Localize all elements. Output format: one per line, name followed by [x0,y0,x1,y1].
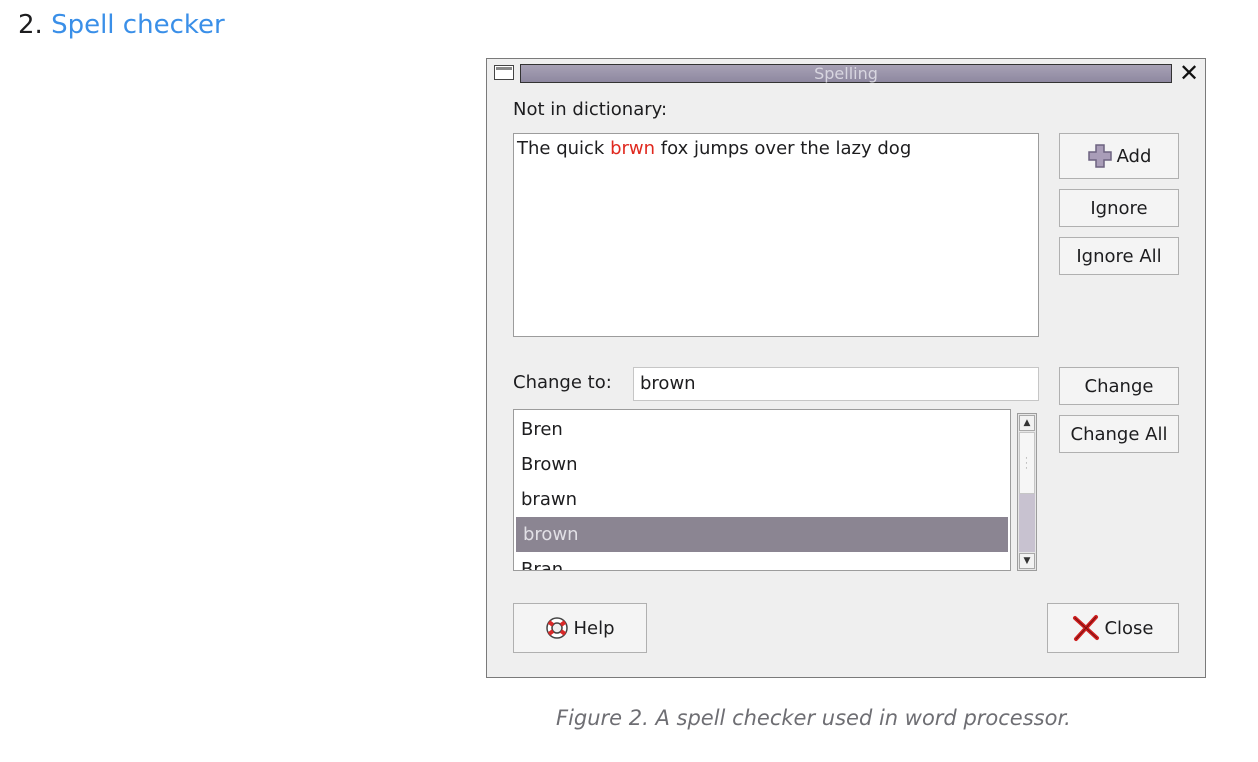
window-close-icon[interactable]: ✕ [1177,60,1201,86]
change-to-label: Change to: [513,372,612,393]
suggestions-scrollbar[interactable]: ▲ · · · ▼ [1017,413,1037,571]
ignore-all-button[interactable]: Ignore All [1059,237,1179,275]
help-button[interactable]: Help [513,603,647,653]
spelling-dialog: Spelling ✕ Not in dictionary: The quick … [486,58,1206,678]
close-button-label: Close [1104,617,1154,639]
change-to-field[interactable]: brown [633,367,1039,401]
ignore-button-label: Ignore [1090,197,1148,219]
plus-icon [1087,144,1112,168]
section-heading: 2. Spell checker [18,8,225,42]
scroll-track[interactable] [1019,494,1035,552]
section-number: 2. [18,10,43,40]
sentence-before: The quick [517,138,611,159]
list-item[interactable]: Bran [514,552,1010,570]
lifebuoy-icon [546,617,569,639]
sentence-after: fox jumps over the lazy dog [655,138,912,159]
misspelled-word: brwn [610,138,656,159]
title-bar[interactable]: Spelling ✕ [487,59,1205,89]
scroll-up-arrow-icon[interactable]: ▲ [1019,415,1035,431]
list-item[interactable]: brawn [514,482,1010,517]
change-all-button[interactable]: Change All [1059,415,1179,453]
help-button-label: Help [573,617,615,639]
change-all-button-label: Change All [1070,423,1168,445]
grip-icon: · · · [1025,454,1028,474]
add-button-label: Add [1116,145,1152,167]
close-button[interactable]: Close [1047,603,1179,653]
list-item[interactable]: Brown [514,447,1010,482]
list-item[interactable]: Bren [514,412,1010,447]
change-button-label: Change [1084,375,1154,397]
figure-caption: Figure 2. A spell checker used in word p… [556,706,1071,730]
title-bar-fill: Spelling [520,64,1172,83]
dialog-title: Spelling [814,64,878,83]
not-in-dictionary-text[interactable]: The quick brwn fox jumps over the lazy d… [513,133,1039,337]
scroll-down-arrow-icon[interactable]: ▼ [1019,553,1035,569]
suggestions-list[interactable]: Bren Brown brawn brown Bran [513,409,1011,571]
change-button[interactable]: Change [1059,367,1179,405]
section-link[interactable]: Spell checker [51,10,225,40]
close-icon [1073,615,1100,641]
scroll-thumb[interactable]: · · · [1019,432,1035,494]
not-in-dictionary-label: Not in dictionary: [513,99,668,120]
add-button[interactable]: Add [1059,133,1179,179]
window-menu-icon[interactable] [494,65,514,80]
ignore-all-button-label: Ignore All [1076,245,1162,267]
list-item-selected[interactable]: brown [516,517,1008,552]
ignore-button[interactable]: Ignore [1059,189,1179,227]
